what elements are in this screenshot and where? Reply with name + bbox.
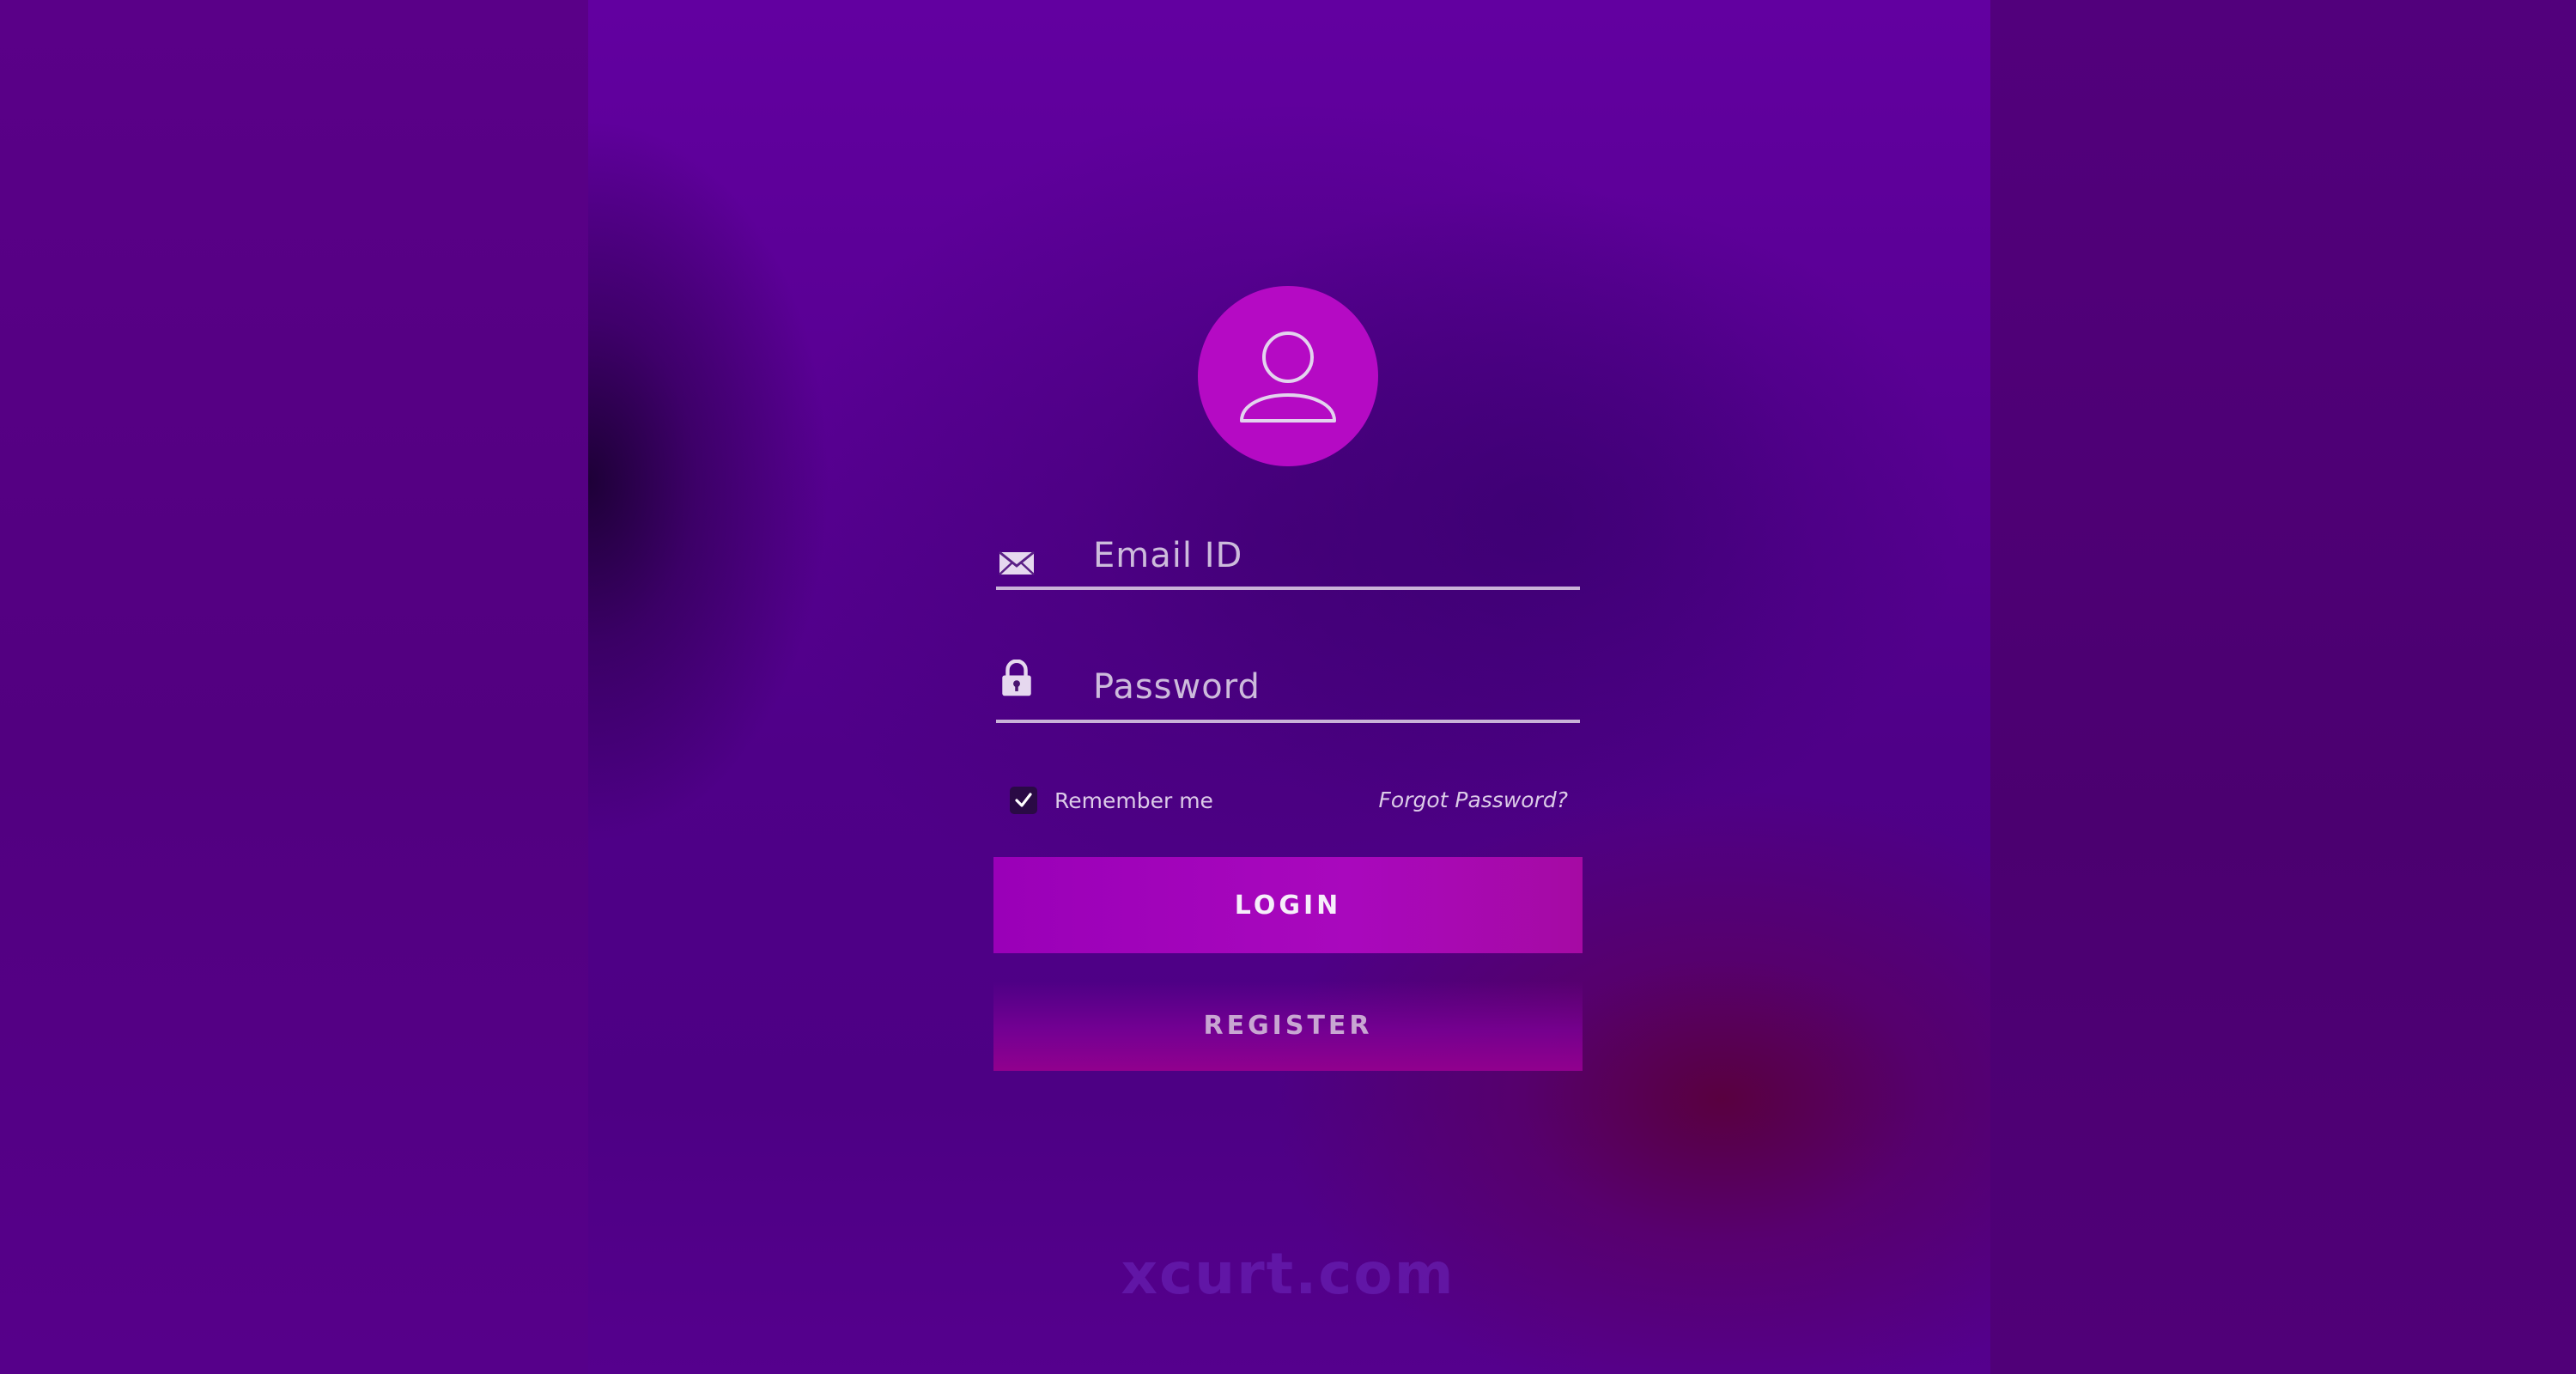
email-input[interactable]	[1093, 528, 1574, 583]
user-icon	[1240, 331, 1336, 423]
password-input[interactable]	[1093, 660, 1574, 714]
right-background	[1990, 0, 2576, 1374]
left-background	[0, 0, 588, 1374]
envelope-icon	[999, 550, 1035, 575]
remember-label: Remember me	[1054, 787, 1213, 813]
email-field	[996, 528, 1580, 590]
avatar	[1198, 286, 1378, 466]
forgot-password-link[interactable]: Forgot Password?	[1365, 787, 1568, 814]
password-field	[996, 653, 1580, 723]
register-button[interactable]: REGISTER	[993, 981, 1583, 1071]
watermark: xcurt.com	[1121, 1241, 1455, 1307]
remember-checkbox[interactable]	[1010, 787, 1037, 814]
login-button[interactable]: LOGIN	[993, 857, 1583, 953]
checkmark-icon	[1015, 793, 1032, 807]
remember-me[interactable]: Remember me	[1010, 787, 1213, 814]
lock-icon	[1002, 660, 1031, 696]
